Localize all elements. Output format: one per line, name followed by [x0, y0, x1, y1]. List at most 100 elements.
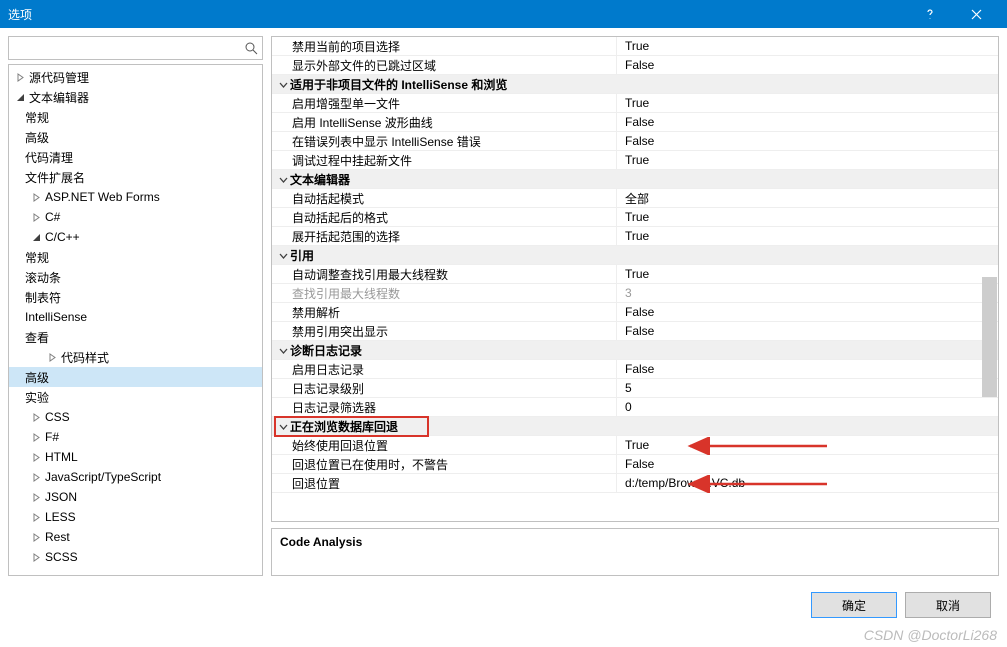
- property-value[interactable]: True: [617, 39, 998, 53]
- property-value[interactable]: 0: [617, 400, 998, 414]
- tree-item[interactable]: ASP.NET Web Forms: [9, 187, 262, 207]
- tree-item[interactable]: 高级: [9, 367, 262, 387]
- chevron-right-icon[interactable]: [29, 470, 43, 484]
- property-row[interactable]: 查找引用最大线程数3: [272, 284, 998, 303]
- property-row[interactable]: 自动调整查找引用最大线程数True: [272, 265, 998, 284]
- tree-item[interactable]: SCSS: [9, 547, 262, 567]
- chevron-right-icon[interactable]: [29, 410, 43, 424]
- property-value[interactable]: False: [617, 134, 998, 148]
- tree-item[interactable]: 查看: [9, 327, 262, 347]
- property-row[interactable]: 禁用引用突出显示False: [272, 322, 998, 341]
- chevron-right-icon[interactable]: [29, 430, 43, 444]
- help-button[interactable]: [907, 0, 953, 28]
- chevron-right-icon[interactable]: [29, 530, 43, 544]
- chevron-down-icon[interactable]: [276, 175, 290, 184]
- chevron-right-icon[interactable]: [29, 210, 43, 224]
- tree-item[interactable]: 代码清理: [9, 147, 262, 167]
- tree-item[interactable]: 文本编辑器: [9, 87, 262, 107]
- property-category[interactable]: 适用于非项目文件的 IntelliSense 和浏览: [272, 75, 998, 94]
- property-value[interactable]: d:/temp/Browse.VC.db: [617, 476, 998, 490]
- property-category[interactable]: 引用: [272, 246, 998, 265]
- property-value[interactable]: 全部: [617, 190, 998, 207]
- tree-item[interactable]: F#: [9, 427, 262, 447]
- tree-item[interactable]: LESS: [9, 507, 262, 527]
- property-row[interactable]: 启用 IntelliSense 波形曲线False: [272, 113, 998, 132]
- property-row[interactable]: 显示外部文件的已跳过区域 False: [272, 56, 998, 75]
- property-category[interactable]: 正在浏览数据库回退: [272, 417, 998, 436]
- property-value[interactable]: True: [617, 153, 998, 167]
- search-input[interactable]: [13, 41, 244, 55]
- property-row[interactable]: 展开括起范围的选择True: [272, 227, 998, 246]
- tree-item[interactable]: JavaScript/TypeScript: [9, 467, 262, 487]
- tree-item[interactable]: 高级: [9, 127, 262, 147]
- category-tree[interactable]: 源代码管理文本编辑器常规高级代码清理文件扩展名ASP.NET Web Forms…: [8, 64, 263, 576]
- cancel-button[interactable]: 取消: [905, 592, 991, 618]
- property-row[interactable]: 自动括起模式全部: [272, 189, 998, 208]
- property-row[interactable]: 启用增强型单一文件True: [272, 94, 998, 113]
- property-key: 显示外部文件的已跳过区域: [276, 57, 436, 74]
- search-box[interactable]: [8, 36, 263, 60]
- category-label: 正在浏览数据库回退: [290, 418, 398, 435]
- chevron-right-icon[interactable]: [13, 70, 27, 84]
- search-icon: [244, 41, 258, 55]
- property-row[interactable]: 自动括起后的格式True: [272, 208, 998, 227]
- property-value[interactable]: False: [617, 58, 998, 72]
- tree-item[interactable]: 制表符: [9, 287, 262, 307]
- property-row[interactable]: 日志记录级别5: [272, 379, 998, 398]
- property-row[interactable]: 回退位置d:/temp/Browse.VC.db: [272, 474, 998, 493]
- tree-item[interactable]: 源代码管理: [9, 67, 262, 87]
- chevron-down-icon[interactable]: [13, 90, 27, 104]
- tree-item[interactable]: HTML: [9, 447, 262, 467]
- chevron-right-icon[interactable]: [29, 510, 43, 524]
- property-row[interactable]: 禁用解析False: [272, 303, 998, 322]
- tree-item[interactable]: 常规: [9, 247, 262, 267]
- property-row[interactable]: 调试过程中挂起新文件True: [272, 151, 998, 170]
- property-value[interactable]: True: [617, 229, 998, 243]
- tree-item[interactable]: 文件扩展名: [9, 167, 262, 187]
- tree-item[interactable]: C#: [9, 207, 262, 227]
- property-value[interactable]: 3: [617, 286, 998, 300]
- property-row[interactable]: 禁用当前的项目选择True: [272, 37, 998, 56]
- property-value[interactable]: True: [617, 267, 998, 281]
- property-value[interactable]: False: [617, 362, 998, 376]
- property-category[interactable]: 文本编辑器: [272, 170, 998, 189]
- tree-item[interactable]: 实验: [9, 387, 262, 407]
- chevron-right-icon[interactable]: [29, 490, 43, 504]
- property-value[interactable]: False: [617, 305, 998, 319]
- ok-button[interactable]: 确定: [811, 592, 897, 618]
- tree-item[interactable]: CSS: [9, 407, 262, 427]
- chevron-down-icon[interactable]: [276, 346, 290, 355]
- property-value[interactable]: False: [617, 324, 998, 338]
- property-row[interactable]: 回退位置已在使用时，不警告False: [272, 455, 998, 474]
- tree-item[interactable]: Rest: [9, 527, 262, 547]
- property-row[interactable]: 启用日志记录False: [272, 360, 998, 379]
- tree-item[interactable]: IntelliSense: [9, 307, 262, 327]
- tree-item[interactable]: JSON: [9, 487, 262, 507]
- property-value[interactable]: False: [617, 457, 998, 471]
- property-value[interactable]: False: [617, 115, 998, 129]
- property-key: 在错误列表中显示 IntelliSense 错误: [276, 133, 481, 150]
- tree-item[interactable]: 滚动条: [9, 267, 262, 287]
- property-value[interactable]: True: [617, 438, 998, 452]
- property-value[interactable]: True: [617, 210, 998, 224]
- tree-item[interactable]: 常规: [9, 107, 262, 127]
- property-value[interactable]: 5: [617, 381, 998, 395]
- chevron-down-icon[interactable]: [29, 230, 43, 244]
- chevron-right-icon[interactable]: [29, 450, 43, 464]
- chevron-down-icon[interactable]: [276, 251, 290, 260]
- chevron-down-icon[interactable]: [276, 422, 290, 431]
- property-row[interactable]: 日志记录筛选器0: [272, 398, 998, 417]
- scrollbar-thumb[interactable]: [982, 277, 997, 397]
- close-button[interactable]: [953, 0, 999, 28]
- property-value[interactable]: True: [617, 96, 998, 110]
- chevron-right-icon[interactable]: [45, 350, 59, 364]
- chevron-right-icon[interactable]: [29, 550, 43, 564]
- tree-item[interactable]: 代码样式: [9, 347, 262, 367]
- chevron-right-icon[interactable]: [29, 190, 43, 204]
- property-row[interactable]: 在错误列表中显示 IntelliSense 错误 False: [272, 132, 998, 151]
- property-category[interactable]: 诊断日志记录: [272, 341, 998, 360]
- chevron-down-icon[interactable]: [276, 80, 290, 89]
- property-row[interactable]: 始终使用回退位置True: [272, 436, 998, 455]
- property-grid[interactable]: 禁用当前的项目选择True显示外部文件的已跳过区域 False 适用于非项目文件的 …: [271, 36, 999, 522]
- tree-item[interactable]: C/C++: [9, 227, 262, 247]
